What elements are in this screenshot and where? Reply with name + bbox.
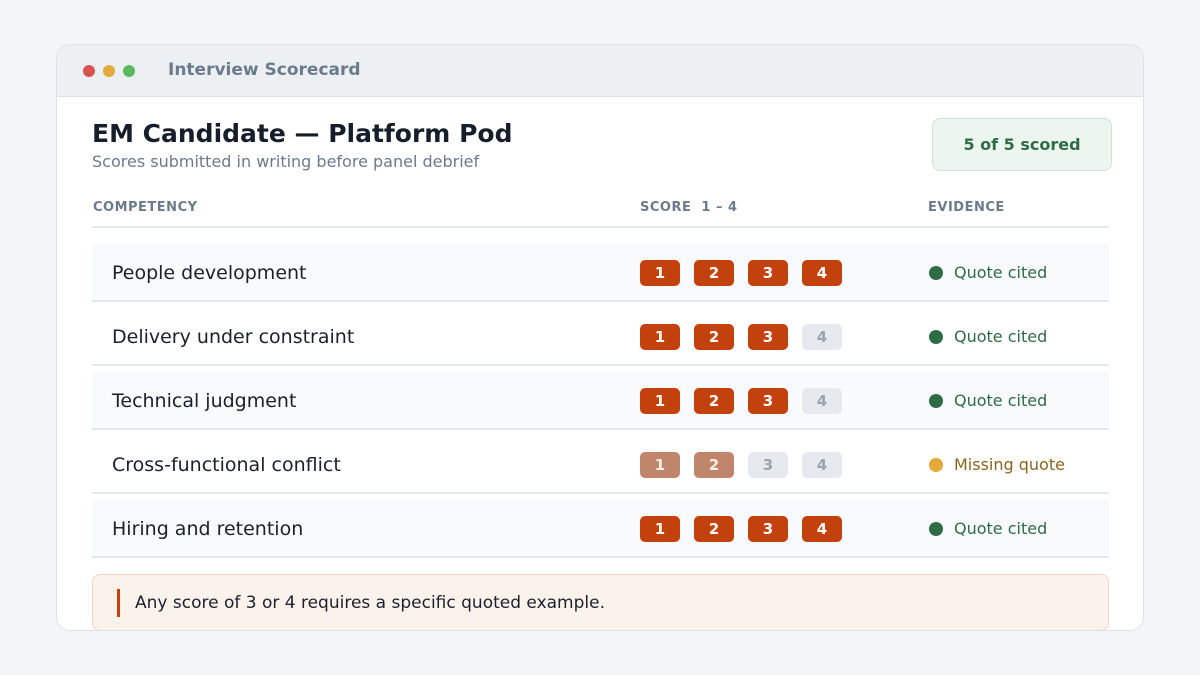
evidence-label: Missing quote — [954, 455, 1065, 474]
score-option-1[interactable]: 1 — [640, 388, 680, 414]
page-subtitle: Scores submitted in writing before panel… — [92, 152, 480, 171]
score-option-4[interactable]: 4 — [802, 260, 842, 286]
row-divider — [92, 428, 1109, 430]
table-row: Delivery under constraint 1 2 3 4 Quote … — [92, 308, 1109, 372]
row-divider — [92, 364, 1109, 366]
score-option-4[interactable]: 4 — [802, 452, 842, 478]
evidence-label: Quote cited — [954, 327, 1048, 346]
scorecard-window: Interview Scorecard EM Candidate — Platf… — [56, 44, 1144, 631]
score-option-4[interactable]: 4 — [802, 388, 842, 414]
scoring-rule-note: Any score of 3 or 4 requires a specific … — [92, 574, 1109, 630]
score-option-2[interactable]: 2 — [694, 324, 734, 350]
score-option-2[interactable]: 2 — [694, 452, 734, 478]
evidence-status-dot-icon — [929, 394, 943, 408]
app-title: Interview Scorecard — [168, 60, 361, 80]
evidence-status-dot-icon — [929, 266, 943, 280]
competency-label: Hiring and retention — [112, 518, 304, 540]
row-divider — [92, 492, 1109, 494]
window-titlebar: Interview Scorecard — [57, 45, 1143, 97]
score-option-1[interactable]: 1 — [640, 324, 680, 350]
score-option-4[interactable]: 4 — [802, 516, 842, 542]
score-option-4[interactable]: 4 — [802, 324, 842, 350]
evidence-label: Quote cited — [954, 519, 1048, 538]
evidence-label: Quote cited — [954, 263, 1048, 282]
scored-count-badge: 5 of 5 scored — [932, 118, 1112, 171]
column-header-score: SCORE 1 – 4 — [640, 200, 738, 215]
table-row: Cross-functional conflict 1 2 3 4 Missin… — [92, 436, 1109, 500]
score-option-3[interactable]: 3 — [748, 388, 788, 414]
minimize-window-button[interactable] — [103, 65, 115, 77]
column-header-competency: COMPETENCY — [93, 200, 198, 215]
competency-label: Delivery under constraint — [112, 326, 355, 348]
row-divider — [92, 556, 1109, 558]
table-row: Hiring and retention 1 2 3 4 Quote cited — [92, 500, 1109, 564]
score-option-2[interactable]: 2 — [694, 516, 734, 542]
competency-label: Technical judgment — [112, 390, 297, 412]
header-divider — [92, 226, 1109, 228]
note-accent-bar — [117, 589, 120, 617]
score-option-2[interactable]: 2 — [694, 260, 734, 286]
evidence-status-dot-icon — [929, 522, 943, 536]
column-header-evidence: EVIDENCE — [928, 200, 1005, 215]
competency-label: Cross-functional conflict — [112, 454, 341, 476]
table-row: People development 1 2 3 4 Quote cited — [92, 244, 1109, 308]
row-divider — [92, 300, 1109, 302]
note-text: Any score of 3 or 4 requires a specific … — [135, 593, 605, 613]
score-option-3[interactable]: 3 — [748, 324, 788, 350]
evidence-label: Quote cited — [954, 391, 1048, 410]
table-row: Technical judgment 1 2 3 4 Quote cited — [92, 372, 1109, 436]
score-option-1[interactable]: 1 — [640, 260, 680, 286]
maximize-window-button[interactable] — [123, 65, 135, 77]
score-option-2[interactable]: 2 — [694, 388, 734, 414]
evidence-status-dot-icon — [929, 458, 943, 472]
close-window-button[interactable] — [83, 65, 95, 77]
score-option-1[interactable]: 1 — [640, 452, 680, 478]
score-option-3[interactable]: 3 — [748, 516, 788, 542]
score-option-3[interactable]: 3 — [748, 452, 788, 478]
competency-label: People development — [112, 262, 307, 284]
competency-table: People development 1 2 3 4 Quote cited D… — [92, 244, 1109, 564]
evidence-status-dot-icon — [929, 330, 943, 344]
score-option-3[interactable]: 3 — [748, 260, 788, 286]
score-option-1[interactable]: 1 — [640, 516, 680, 542]
page-title: EM Candidate — Platform Pod — [92, 119, 513, 148]
